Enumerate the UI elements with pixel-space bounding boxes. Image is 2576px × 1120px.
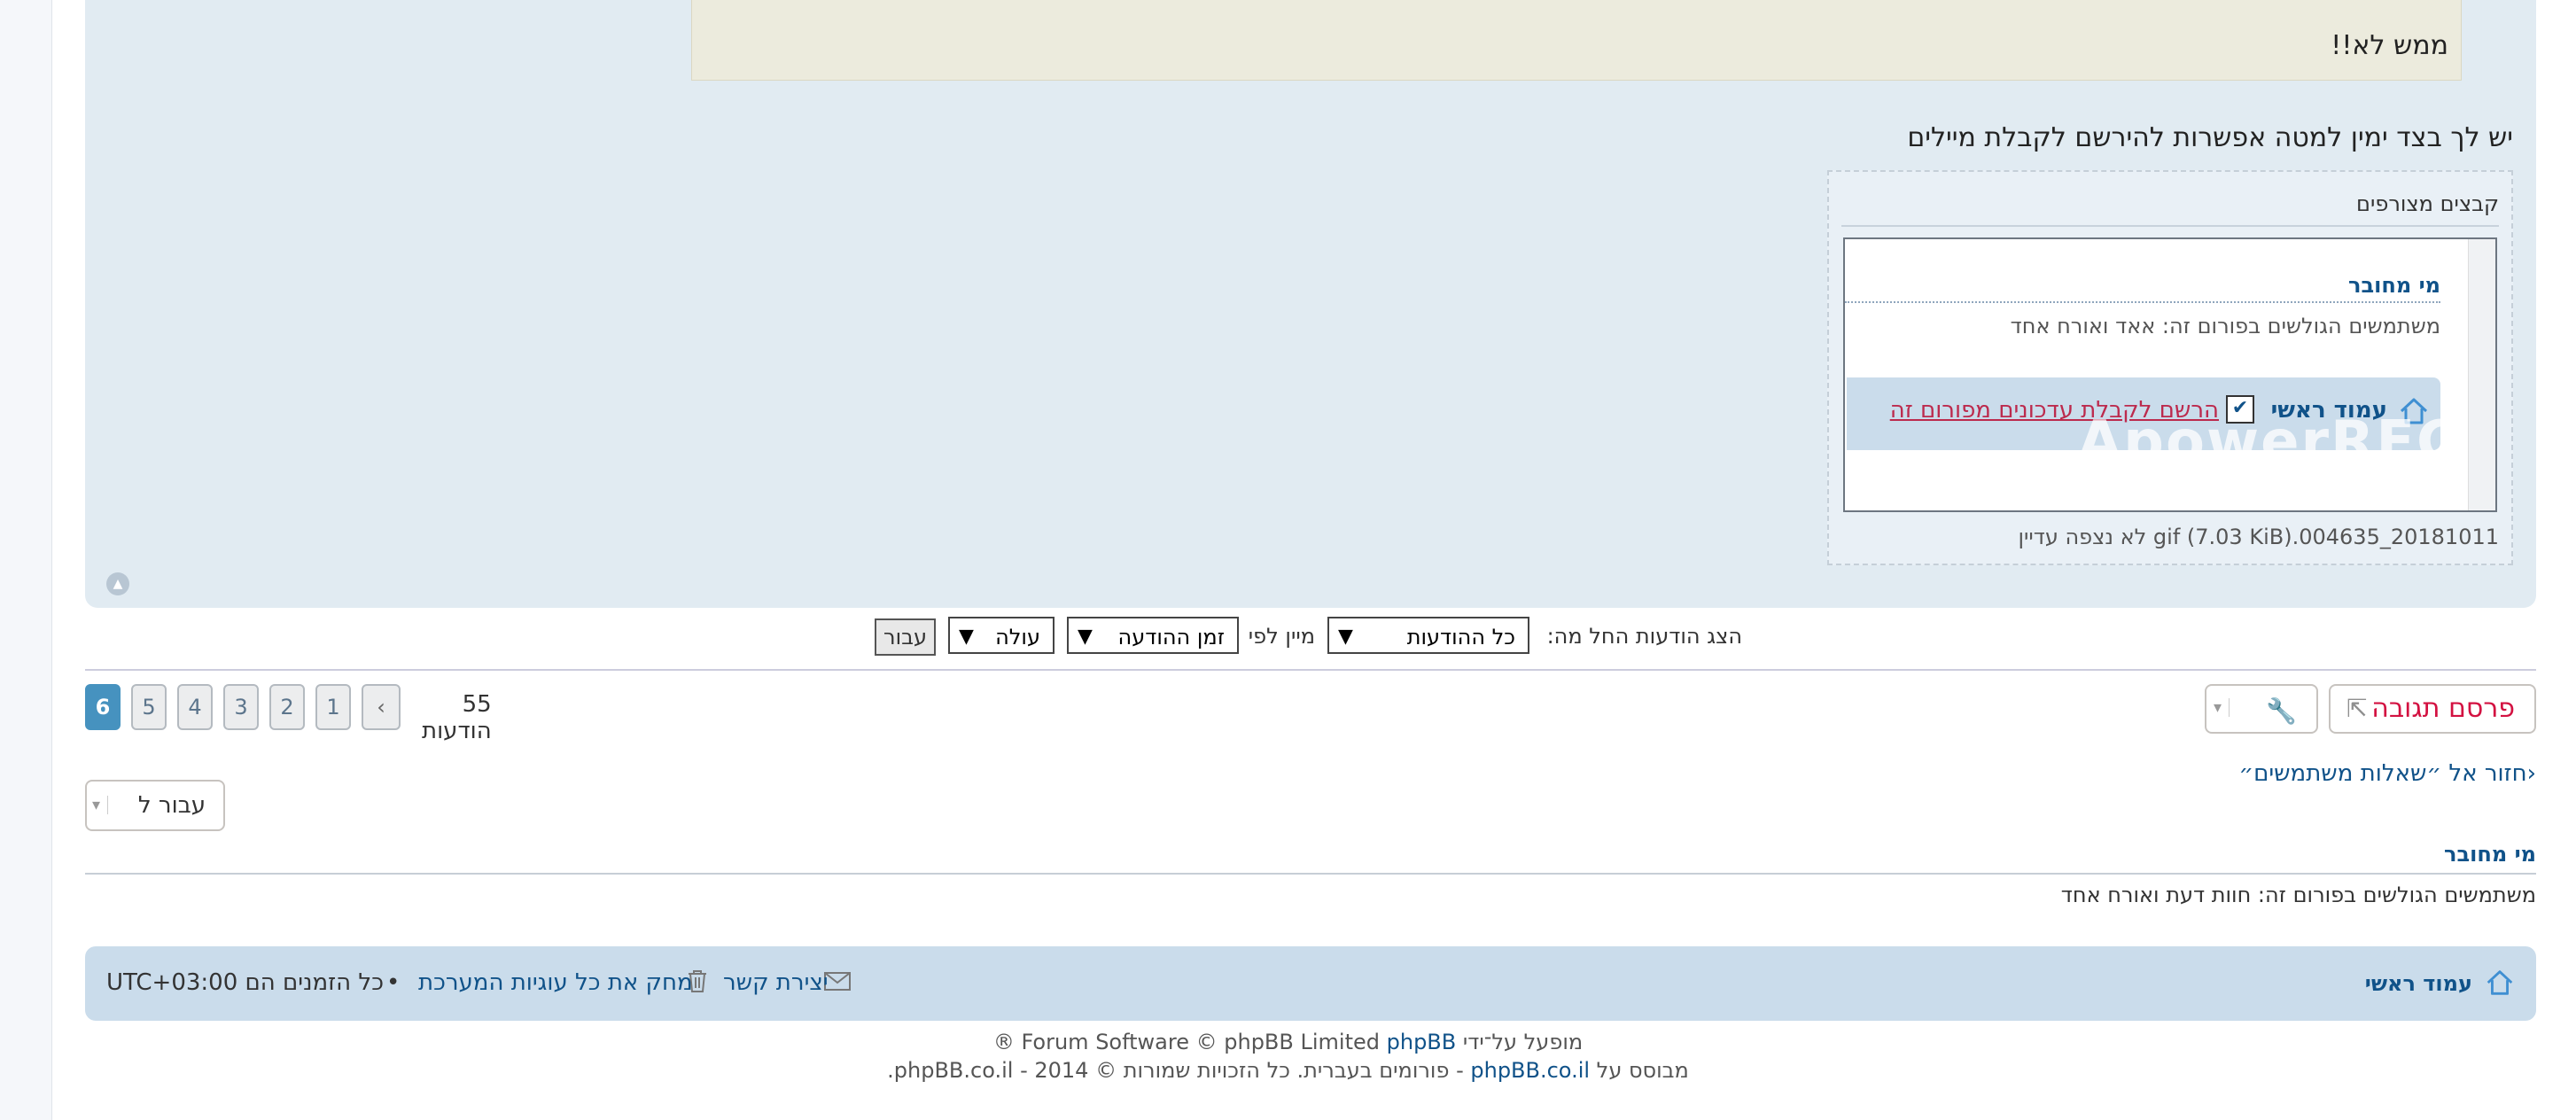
back-link-text: חזור אל ״שאלות משתמשים״: [2238, 760, 2527, 787]
post-reply-button[interactable]: פרסם תגובה ⇱: [2329, 684, 2536, 734]
post-reply-label: פרסם תגובה: [2371, 693, 2515, 724]
page-3[interactable]: 3: [223, 684, 259, 730]
attachment-who-title: מי מחובר: [2348, 273, 2440, 298]
divider: [85, 669, 2536, 671]
post-body-text: יש לך בצד ימין למטה אפשרות להירשם לקבלת …: [1907, 122, 2513, 153]
page-wrap: ממש לא!! יש לך בצד ימין למטה אפשרות להיר…: [51, 0, 2576, 1120]
attachment-users-line: משתמשים הגולשים בפורום זה: אאד ואורח אחד: [2010, 314, 2440, 338]
chevron-down-icon: ▾: [92, 796, 109, 814]
back-to-top-icon[interactable]: ▲: [106, 572, 129, 595]
jump-to-label: עבור ל: [137, 792, 206, 819]
copyright-suffix: ® Forum Software © phpBB Limited: [992, 1030, 1380, 1054]
post-panel: ממש לא!! יש לך בצד ימין למטה אפשרות להיר…: [85, 0, 2536, 608]
sort-go-button[interactable]: עבור: [875, 618, 936, 656]
prev-page-icon[interactable]: ‹: [362, 684, 401, 730]
attachment-divider-line: [1845, 301, 2440, 303]
sort-by-label: מיין לפי: [1248, 624, 1315, 649]
topic-tools-button[interactable]: 🔧 ▾: [2205, 684, 2318, 734]
divider: [85, 873, 2536, 875]
contact-link[interactable]: יצירת קשר: [723, 969, 829, 996]
who-is-online-users: משתמשים הגולשים בפורום זה: חוות דעת ואור…: [2060, 883, 2536, 907]
footer-home-link[interactable]: עמוד ראשי: [2365, 971, 2472, 996]
phpbb-link[interactable]: phpBB: [1387, 1030, 1457, 1054]
attachments-box: קבצים מצורפים מי מחובר משתמשים הגולשים ב…: [1827, 170, 2513, 565]
phpbb-co-il-link[interactable]: phpBB.co.il: [1470, 1058, 1590, 1083]
based-on-suffix: - פורומים בעברית. כל הזכויות שמורות © 20…: [887, 1058, 1471, 1083]
chevron-down-icon: ▾: [2214, 698, 2230, 717]
footer-separator: •: [386, 969, 401, 996]
footer-nav: עמוד ראשי יצירת קשר מחק את כל עוגיות המע…: [85, 946, 2536, 1021]
attachment-scrollbar: [2468, 239, 2495, 510]
quote-text: ממש לא!!: [2331, 30, 2448, 61]
home-icon: [2487, 970, 2513, 995]
delete-cookies-link[interactable]: מחק את כל עוגיות המערכת: [418, 969, 693, 996]
jump-to-button[interactable]: עבור ל ▾: [85, 780, 225, 831]
quote-block: ממש לא!!: [691, 0, 2462, 81]
copyright-line-1: ® Forum Software © phpBB Limited phpBB מ…: [0, 1030, 2576, 1054]
back-to-forum-link[interactable]: ‹חזור אל ״שאלות משתמשים״: [2238, 760, 2536, 787]
attachment-image[interactable]: מי מחובר משתמשים הגולשים בפורום זה: אאד …: [1843, 237, 2497, 512]
post-count: 55 הודעות: [422, 691, 492, 744]
wrench-icon: 🔧: [2266, 696, 2297, 726]
sort-by-value: זמן ההודעה: [1117, 625, 1225, 649]
show-from-value: כל ההודעות: [1406, 625, 1515, 649]
page-1[interactable]: 1: [315, 684, 351, 730]
attachment-caption: 20181011_004635.gif (7.03 KiB) לא נצפה ע…: [2018, 525, 2499, 549]
chevron-down-icon: ▼: [959, 626, 974, 648]
watermark-text: ApowerREC: [2077, 409, 2460, 475]
order-value: עולה: [995, 625, 1040, 649]
chevron-down-icon: ▼: [1078, 626, 1093, 648]
page-4[interactable]: 4: [177, 684, 213, 730]
chevron-right-icon: ‹: [2526, 760, 2536, 787]
attachments-divider: [1841, 225, 2499, 227]
who-is-online-title[interactable]: מי מחובר: [2444, 842, 2536, 867]
show-from-label: הצג הודעות החל מה:: [1546, 624, 1742, 649]
copyright-prefix: מופעל על־ידי: [1462, 1030, 1584, 1054]
chevron-down-icon: ▼: [1338, 626, 1353, 648]
based-on-prefix: מבוסס על: [1590, 1058, 1689, 1083]
reply-icon: ⇱: [2346, 694, 2368, 723]
order-select[interactable]: עולה ▼: [948, 617, 1055, 654]
attachments-title: קבצים מצורפים: [2356, 191, 2499, 216]
timezone-text: כל הזמנים הם UTC+03:00: [106, 969, 384, 996]
show-from-select[interactable]: כל ההודעות ▼: [1327, 617, 1529, 654]
page-5[interactable]: 5: [131, 684, 167, 730]
page-2[interactable]: 2: [269, 684, 305, 730]
page-6[interactable]: 6: [85, 684, 121, 730]
copyright-line-2: מבוסס על phpBB.co.il - פורומים בעברית. כ…: [0, 1058, 2576, 1083]
sort-by-select[interactable]: זמן ההודעה ▼: [1067, 617, 1239, 654]
sort-bar: הצג הודעות החל מה: כל ההודעות ▼ מיין לפי…: [85, 611, 2536, 668]
